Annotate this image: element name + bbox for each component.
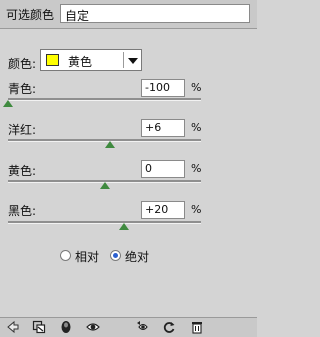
color-swatch [46,54,59,66]
slider-thumb-cyan[interactable] [3,100,13,107]
value-input-magenta[interactable]: +6 [141,119,185,137]
slider-thumb-yellow[interactable] [99,182,110,189]
slider-label-yellow: 黄色: [8,164,37,178]
chevron-down-icon[interactable] [128,58,138,64]
color-label: 颜色: [8,57,37,71]
color-select[interactable]: 黄色 [40,49,142,71]
percent-unit-magenta: % [191,121,202,134]
slider-label-black: 黑色: [8,204,37,218]
percent-unit-cyan: % [191,81,202,94]
panel-title: 可选颜色 [6,8,55,22]
eye-icon[interactable] [86,320,100,334]
radio-relative[interactable] [60,250,71,261]
percent-unit-yellow: % [191,162,202,175]
value-input-cyan[interactable]: -100 [141,79,185,97]
percent-unit-black: % [191,203,202,216]
preset-field[interactable]: 自定 [60,4,250,23]
slider-track-cyan[interactable] [8,98,201,101]
slider-track-black[interactable] [8,221,201,224]
view-previous-icon[interactable] [136,320,150,334]
slider-label-cyan: 青色: [8,82,37,96]
color-select-value: 黄色 [68,55,93,69]
visibility-toggle-icon[interactable] [59,320,73,334]
back-arrow-icon[interactable] [6,320,20,334]
value-input-yellow[interactable]: 0 [141,160,185,178]
slider-label-magenta: 洋红: [8,123,37,137]
clip-layer-icon[interactable] [32,320,46,334]
radio-absolute-label[interactable]: 绝对 [125,248,149,265]
slider-thumb-magenta[interactable] [105,141,116,148]
trash-icon[interactable] [190,320,204,334]
value-input-black[interactable]: +20 [141,201,185,219]
select-divider [123,52,124,68]
radio-absolute[interactable] [110,250,121,261]
reset-icon[interactable] [162,320,176,334]
radio-relative-label[interactable]: 相对 [75,248,99,265]
slider-thumb-black[interactable] [118,223,129,230]
